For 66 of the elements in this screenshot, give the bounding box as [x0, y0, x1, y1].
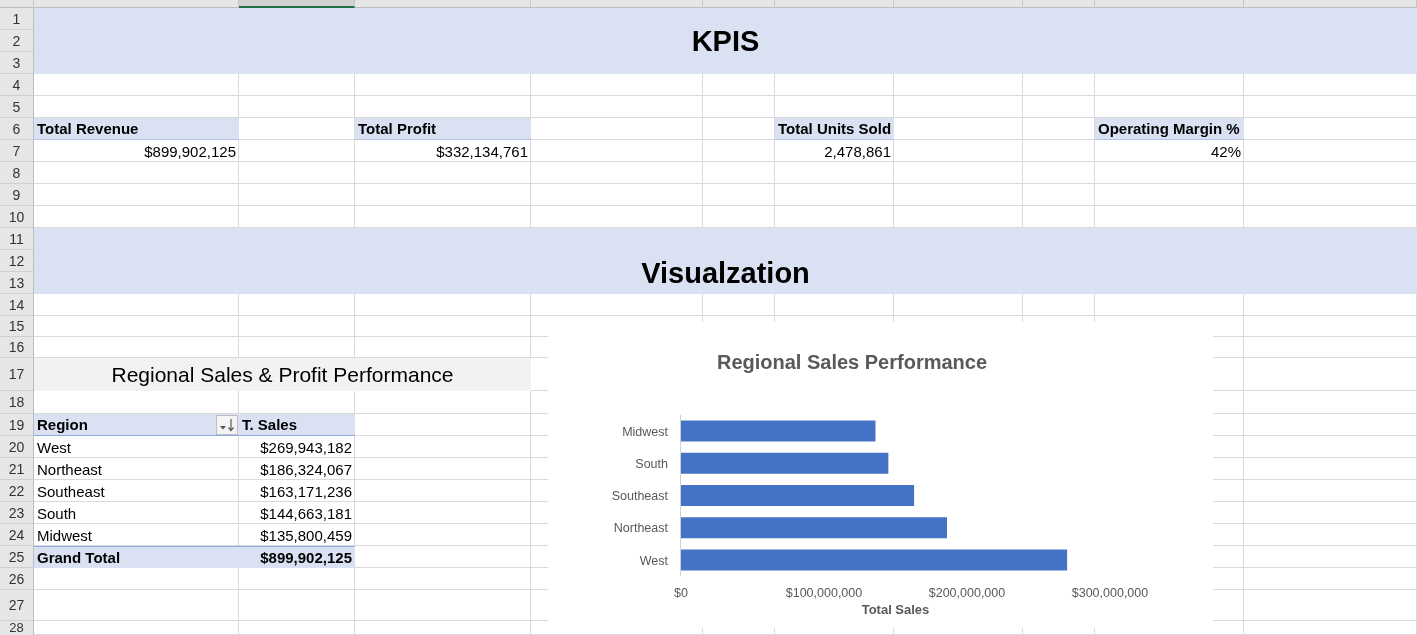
row-header[interactable]: 27 [0, 590, 34, 621]
row-header[interactable]: 1 [0, 8, 34, 30]
category-label: West [639, 553, 668, 568]
table-cell-text: Southeast [36, 481, 106, 502]
kpi-label: Operating Margin % [1095, 118, 1244, 140]
row-header[interactable]: 7 [0, 140, 34, 162]
kpi-label: Total Revenue [34, 118, 239, 140]
row-header[interactable]: 16 [0, 337, 34, 358]
tick-label: $100,000,000 [785, 586, 863, 600]
chart-title: Regional Sales Performance [716, 351, 988, 373]
row-header[interactable]: 26 [0, 568, 34, 590]
row-header[interactable]: 22 [0, 480, 34, 502]
corner-cell[interactable] [0, 0, 34, 8]
table-cell-text: Midwest [36, 525, 93, 546]
row-header[interactable]: 15 [0, 316, 34, 337]
kpi-label: Total Profit [355, 118, 531, 140]
row-header[interactable]: 8 [0, 162, 34, 184]
column-header[interactable] [239, 0, 355, 8]
row-header[interactable]: 14 [0, 294, 34, 316]
row-header[interactable]: 23 [0, 502, 34, 524]
column-label: Region [37, 416, 88, 433]
kpi-value: $899,902,125 [143, 141, 237, 162]
row-header[interactable]: 24 [0, 524, 34, 546]
row-header[interactable]: 2 [0, 30, 34, 52]
tick-label: $300,000,000 [1071, 586, 1149, 600]
row-header[interactable]: 9 [0, 184, 34, 206]
category-label: Midwest [622, 424, 668, 439]
row-header[interactable]: 13 [0, 272, 34, 294]
category-label: Northeast [613, 521, 668, 536]
row-header[interactable]: 10 [0, 206, 34, 228]
category-label: Southeast [611, 489, 668, 503]
section-banner: Visualzation [34, 228, 1417, 294]
table-cell-text: West [36, 437, 72, 458]
row-header[interactable]: 18 [0, 391, 34, 414]
kpi-value: 2,478,861 [823, 141, 892, 162]
row-header[interactable]: 28 [0, 621, 34, 635]
row-header[interactable]: 25 [0, 546, 34, 568]
row-header[interactable]: 4 [0, 74, 34, 96]
row-header[interactable]: 19 [0, 414, 34, 436]
kpi-label: Total Units Sold [775, 118, 894, 140]
row-header[interactable]: 17 [0, 358, 34, 391]
row-header[interactable]: 6 [0, 118, 34, 140]
total-label: Grand Total [34, 546, 239, 568]
axis-title: Total Sales [861, 602, 930, 617]
table-cell-text: $144,663,181 [259, 503, 353, 524]
kpi-value: $332,134,761 [435, 141, 529, 162]
tick-label: $200,000,000 [928, 586, 1006, 600]
table-cell-text: $163,171,236 [259, 481, 353, 502]
table-cell-text: South [36, 503, 78, 524]
table-title: Regional Sales & Profit Performance [34, 358, 531, 391]
category-label: South [635, 456, 668, 471]
row-header[interactable]: 21 [0, 458, 34, 480]
column-label: T. Sales [242, 416, 298, 433]
row-header[interactable]: 5 [0, 96, 34, 118]
tick-label: $0 [674, 586, 688, 600]
table-cell-text: $186,324,067 [259, 459, 353, 480]
table-cell-text: Northeast [36, 459, 104, 480]
kpi-value: 42% [1209, 141, 1242, 162]
table-cell-text: $269,943,182 [259, 437, 353, 458]
row-header[interactable]: 20 [0, 436, 34, 458]
row-header[interactable]: 3 [0, 52, 34, 74]
row-header[interactable]: 11 [0, 228, 34, 250]
total-value: $899,902,125 [239, 546, 355, 568]
row-header[interactable]: 12 [0, 250, 34, 272]
table-cell-text: $135,800,459 [259, 525, 353, 546]
section-banner: KPIS [34, 8, 1417, 74]
